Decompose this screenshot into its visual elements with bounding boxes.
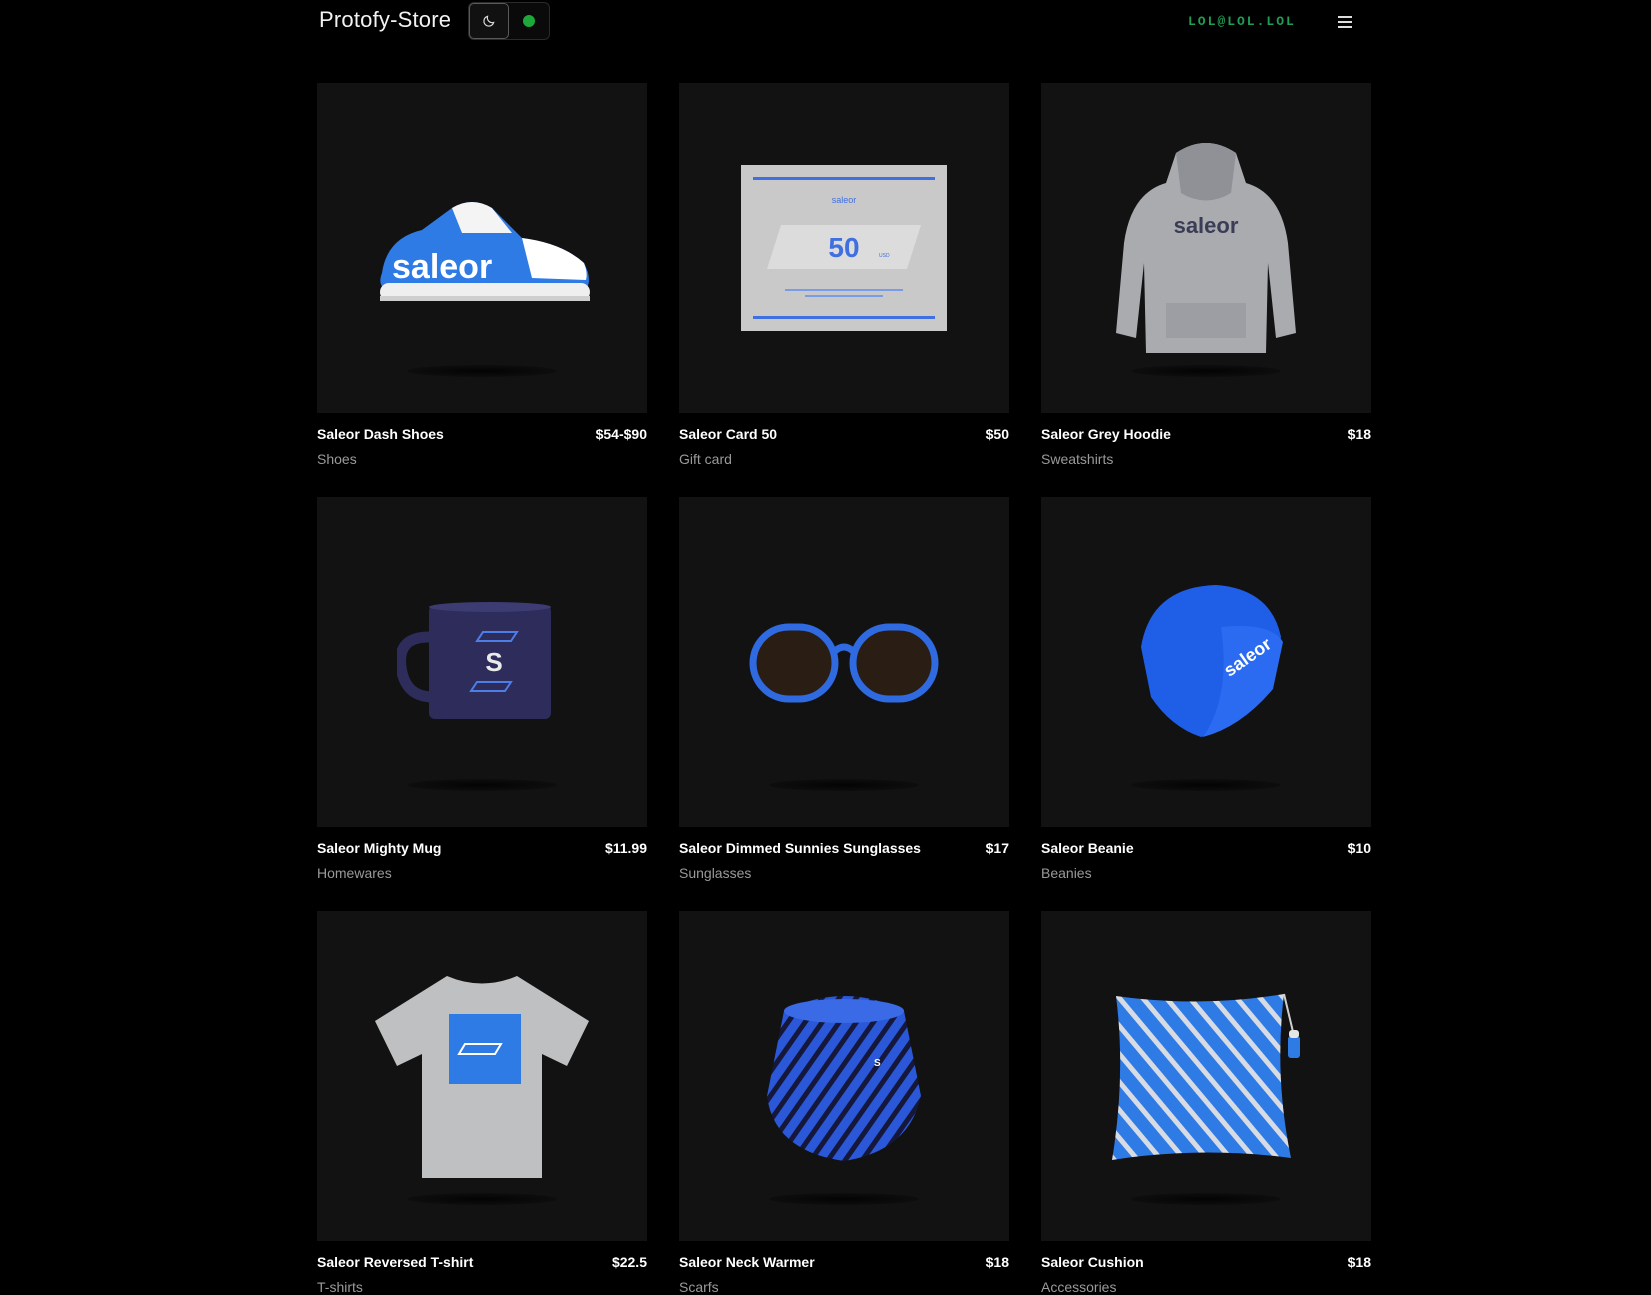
product-image[interactable]: S (317, 497, 647, 827)
cushion-image (1112, 993, 1300, 1160)
product-card[interactable]: S Saleor Mighty Mug $11.99 Homewares (317, 497, 647, 881)
sneaker-image: saleor (380, 202, 590, 301)
image-shadow (1131, 1193, 1281, 1205)
sunglasses-image (749, 623, 939, 703)
image-shadow (1131, 779, 1281, 791)
product-image[interactable]: S (679, 911, 1009, 1241)
status-dot (523, 15, 536, 27)
product-price: $18 (1347, 426, 1371, 442)
mug-image: S (397, 602, 551, 719)
product-price: $10 (1347, 840, 1371, 856)
theme-toggle-button[interactable] (469, 3, 510, 39)
product-image[interactable]: saleor (317, 83, 647, 413)
product-price: $50 (985, 426, 1009, 442)
moon-icon (483, 15, 495, 27)
product-category: Homewares (317, 865, 392, 881)
product-price: $22.5 (611, 1254, 647, 1270)
product-image[interactable]: saleor 50 USD (679, 83, 1009, 413)
product-category: Sweatshirts (1041, 451, 1114, 467)
status-indicator-button[interactable] (509, 3, 549, 39)
product-card[interactable]: saleor Saleor Grey Hoodie $18 Sweatshirt… (1041, 83, 1371, 467)
product-name[interactable]: Saleor Dimmed Sunnies Sunglasses (679, 840, 921, 856)
gift-card-image: saleor 50 USD (741, 165, 947, 331)
product-image[interactable]: saleor (1041, 83, 1371, 413)
image-shadow (407, 365, 557, 377)
product-price: $54-$90 (595, 426, 647, 442)
product-category: Accessories (1041, 1279, 1117, 1295)
product-price: $11.99 (604, 840, 647, 856)
beanie-image: saleor (1141, 585, 1283, 737)
product-category: Sunglasses (679, 865, 752, 881)
theme-toggle-group (468, 2, 550, 40)
image-shadow (769, 1193, 919, 1205)
product-card[interactable]: Saleor Reversed T-shirt $22.5 T-shirts (317, 911, 647, 1295)
image-shadow (407, 779, 557, 791)
brand-logo[interactable]: Protofy-Store (319, 7, 451, 33)
svg-text:S: S (874, 1058, 881, 1069)
hamburger-menu-icon (1338, 16, 1352, 28)
product-name[interactable]: Saleor Neck Warmer (679, 1254, 815, 1270)
product-name[interactable]: Saleor Mighty Mug (317, 840, 441, 856)
product-name[interactable]: Saleor Card 50 (679, 426, 777, 442)
product-card[interactable]: S Saleor Neck Warmer $18 Scarfs (679, 911, 1009, 1295)
product-name[interactable]: Saleor Dash Shoes (317, 426, 444, 442)
image-shadow (769, 779, 919, 791)
neck-warmer-image: S (767, 996, 921, 1161)
product-category: T-shirts (317, 1279, 363, 1295)
hoodie-image: saleor (1116, 143, 1296, 353)
svg-text:saleor: saleor (832, 195, 857, 205)
product-image[interactable] (1041, 911, 1371, 1241)
svg-text:S: S (485, 647, 502, 677)
product-category: Shoes (317, 451, 357, 467)
product-category: Scarfs (679, 1279, 719, 1295)
image-shadow (407, 1193, 557, 1205)
product-name[interactable]: Saleor Beanie (1041, 840, 1134, 856)
hamburger-menu-button[interactable] (1334, 12, 1356, 32)
product-grid: saleor Saleor Dash Shoes $54-$90 Shoes s… (317, 83, 1371, 1295)
user-email-link[interactable]: LOL@LOL.LOL (1188, 14, 1296, 29)
svg-text:saleor: saleor (1174, 213, 1239, 238)
product-name[interactable]: Saleor Reversed T-shirt (317, 1254, 473, 1270)
image-shadow (1131, 365, 1281, 377)
tshirt-image (375, 976, 589, 1178)
svg-text:USD: USD (879, 253, 890, 259)
product-name[interactable]: Saleor Cushion (1041, 1254, 1144, 1270)
product-image[interactable] (679, 497, 1009, 827)
product-card[interactable]: Saleor Dimmed Sunnies Sunglasses $17 Sun… (679, 497, 1009, 881)
svg-text:50: 50 (828, 232, 859, 263)
product-price: $17 (985, 840, 1009, 856)
product-category: Gift card (679, 451, 732, 467)
svg-text:saleor: saleor (392, 248, 492, 286)
product-name[interactable]: Saleor Grey Hoodie (1041, 426, 1171, 442)
product-card[interactable]: saleor Saleor Beanie $10 Beanies (1041, 497, 1371, 881)
product-image[interactable]: saleor (1041, 497, 1371, 827)
top-bar: Protofy-Store LOL@LOL.LOL (0, 0, 1651, 44)
product-price: $18 (985, 1254, 1009, 1270)
product-card[interactable]: saleor Saleor Dash Shoes $54-$90 Shoes (317, 83, 647, 467)
product-card[interactable]: saleor 50 USD Saleor Card 50 $50 Gift ca… (679, 83, 1009, 467)
product-card[interactable]: Saleor Cushion $18 Accessories (1041, 911, 1371, 1295)
product-image[interactable] (317, 911, 647, 1241)
product-category: Beanies (1041, 865, 1092, 881)
product-price: $18 (1347, 1254, 1371, 1270)
